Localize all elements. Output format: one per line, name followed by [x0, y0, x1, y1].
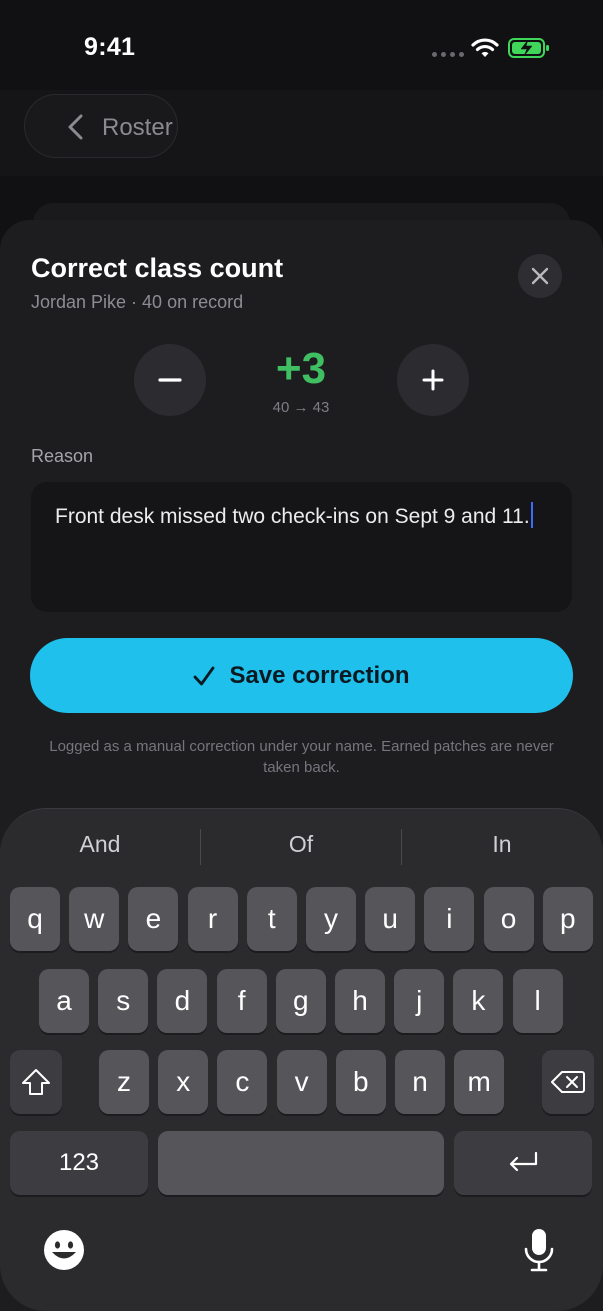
plus-icon — [422, 369, 444, 391]
key-u[interactable]: u — [365, 887, 416, 951]
suggestion-1[interactable]: And — [0, 831, 200, 865]
reason-text: Front desk missed two check-ins on Sept … — [55, 505, 530, 528]
nav-bar: Roster — [0, 90, 603, 176]
key-z[interactable]: z — [99, 1050, 149, 1114]
back-button[interactable]: Roster — [24, 94, 178, 158]
signal-dots-icon — [432, 52, 464, 57]
chevron-left-icon — [68, 114, 83, 140]
status-bar: 9:41 — [0, 0, 603, 90]
suggestion-3[interactable]: In — [402, 831, 602, 865]
backspace-key[interactable] — [542, 1050, 594, 1114]
key-l[interactable]: l — [512, 969, 563, 1033]
sheet-title: Correct class count — [31, 253, 284, 283]
count-delta: +3 — [275, 344, 327, 393]
key-t[interactable]: t — [246, 887, 297, 951]
key-b[interactable]: b — [335, 1050, 386, 1114]
key-m[interactable]: m — [454, 1050, 505, 1114]
reason-input[interactable]: Front desk missed two check-ins on Sept … — [31, 482, 572, 612]
key-p[interactable]: p — [542, 887, 593, 951]
checkmark-icon — [194, 666, 215, 685]
suggestion-2[interactable]: Of — [201, 831, 401, 865]
key-x[interactable]: x — [158, 1050, 209, 1114]
key-o[interactable]: o — [483, 887, 534, 951]
decrement-button[interactable] — [134, 344, 206, 416]
minus-icon — [158, 378, 182, 382]
key-r[interactable]: r — [187, 887, 238, 951]
footnote: Logged as a manual correction under your… — [49, 738, 554, 776]
key-h[interactable]: h — [335, 969, 385, 1033]
status-time: 9:41 — [84, 33, 136, 61]
key-d[interactable]: d — [157, 969, 208, 1033]
return-icon — [509, 1151, 538, 1172]
key-c[interactable]: c — [217, 1050, 268, 1114]
battery-charging-icon — [508, 38, 549, 58]
key-n[interactable]: n — [395, 1050, 445, 1114]
key-e[interactable]: e — [128, 887, 179, 951]
increment-button[interactable] — [397, 344, 469, 416]
back-label: Roster — [102, 114, 173, 141]
close-button[interactable] — [518, 254, 562, 298]
key-j[interactable]: j — [394, 969, 445, 1033]
key-g[interactable]: g — [275, 969, 326, 1033]
key-v[interactable]: v — [276, 1050, 327, 1114]
key-w[interactable]: w — [69, 887, 120, 951]
emoji-icon[interactable] — [43, 1229, 85, 1271]
microphone-icon[interactable] — [523, 1227, 555, 1273]
save-label: Save correction — [229, 661, 410, 689]
return-key[interactable] — [454, 1131, 592, 1195]
key-a[interactable]: a — [39, 969, 89, 1033]
close-icon — [531, 267, 549, 285]
shift-icon — [22, 1069, 50, 1095]
reason-label: Reason — [31, 446, 94, 466]
sheet-subtitle: Jordan Pike · 40 on record — [31, 292, 244, 312]
space-key[interactable] — [158, 1131, 444, 1195]
numbers-key[interactable]: 123 — [10, 1131, 148, 1195]
wifi-icon — [471, 38, 499, 57]
count-range: 40 → 43 — [272, 399, 330, 416]
key-y[interactable]: y — [306, 887, 356, 951]
key-s[interactable]: s — [98, 969, 149, 1033]
key-i[interactable]: i — [424, 887, 475, 951]
shift-key[interactable] — [10, 1050, 62, 1114]
text-caret — [530, 502, 533, 528]
key-k[interactable]: k — [453, 969, 504, 1033]
keyboard: And Of In qwertyuiop asdfghjkl zxcvbnm 1… — [0, 808, 603, 1311]
key-f[interactable]: f — [216, 969, 267, 1033]
backspace-icon — [551, 1071, 585, 1093]
key-q[interactable]: q — [10, 887, 60, 951]
save-correction-button[interactable]: Save correction — [30, 638, 573, 713]
